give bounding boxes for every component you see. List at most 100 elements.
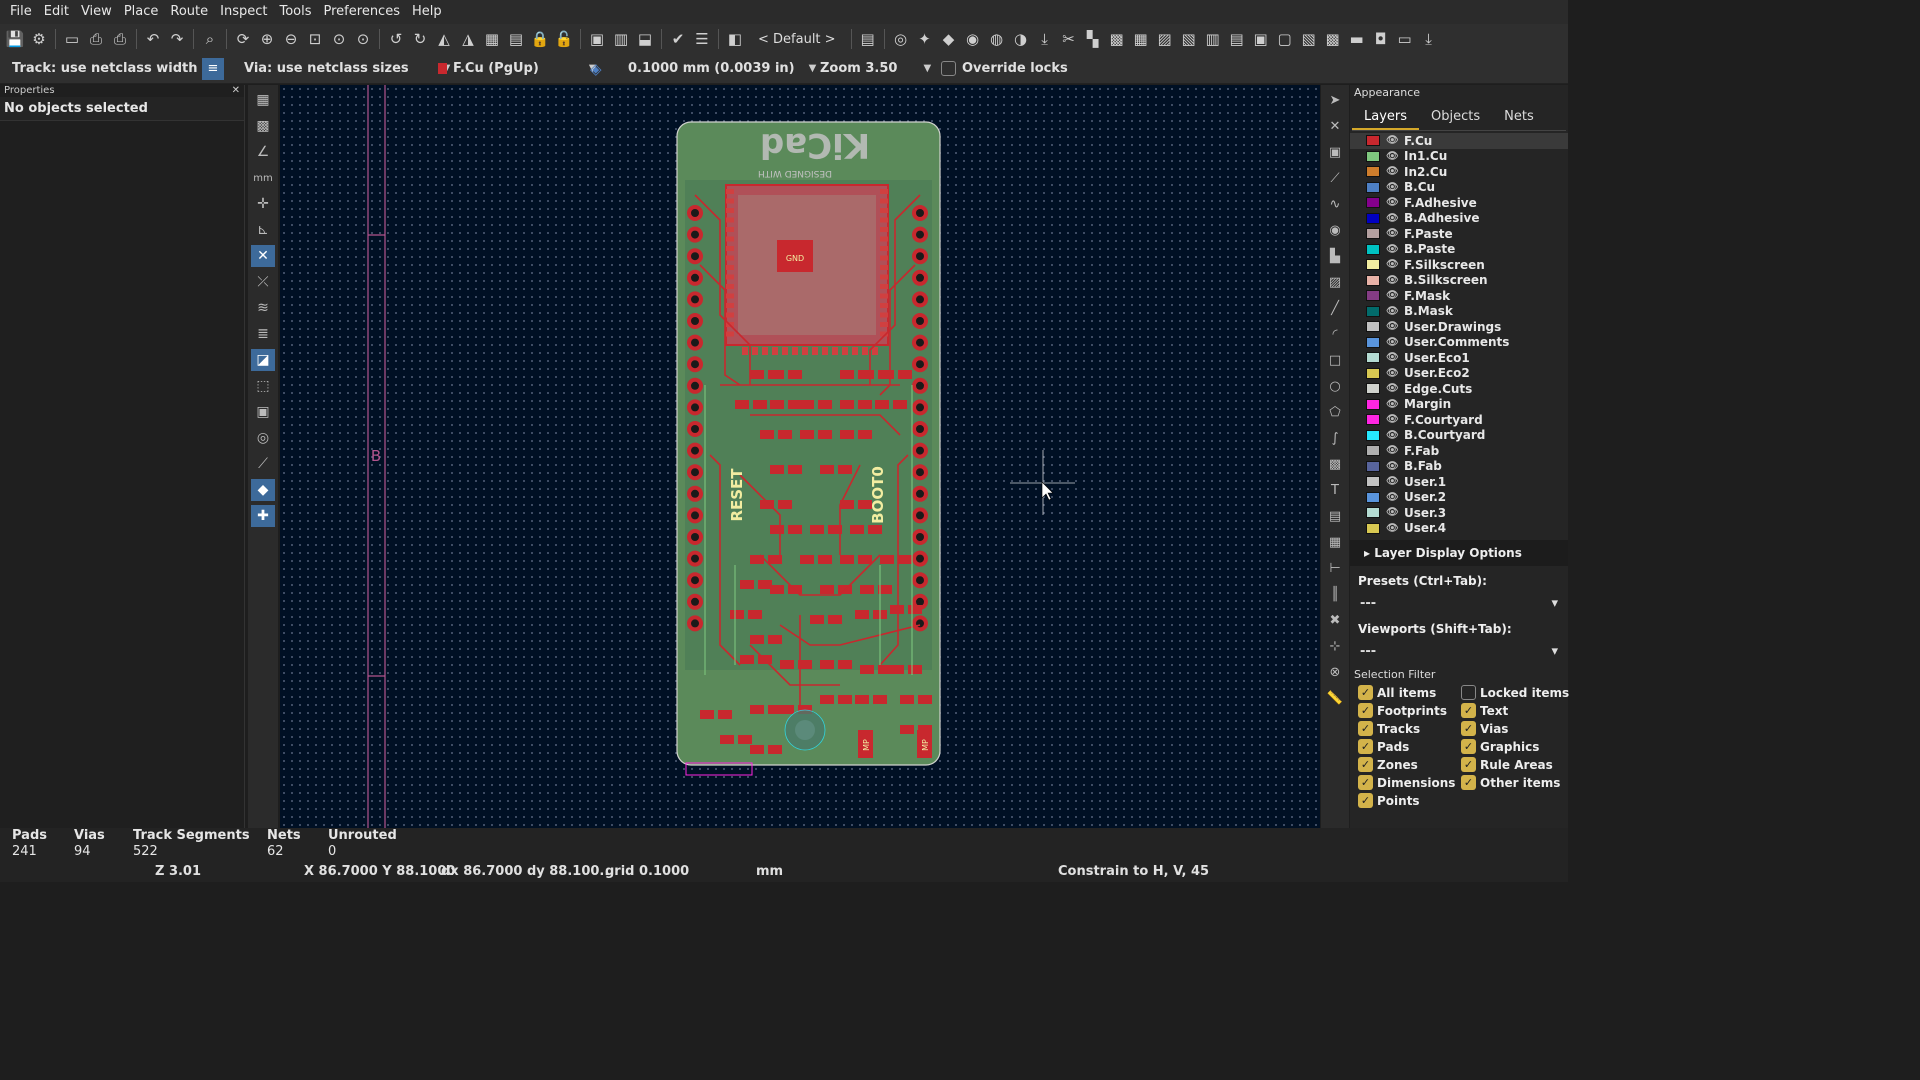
- track-width-selector[interactable]: Track: use netclass width▼: [12, 61, 211, 76]
- layer-row[interactable]: 👁 User.Comments: [1350, 335, 1568, 351]
- layer-color-swatch[interactable]: [1366, 181, 1380, 193]
- menu-view[interactable]: View: [75, 0, 118, 24]
- override-locks-checkbox[interactable]: Override locks: [941, 61, 1068, 76]
- layer-row[interactable]: 👁 User.Eco1: [1350, 350, 1568, 366]
- net-color-icon[interactable]: ≣: [251, 323, 275, 345]
- zoom-in-icon[interactable]: ⊕: [256, 28, 278, 50]
- eye-icon[interactable]: 👁: [1386, 135, 1399, 146]
- layer-color-swatch[interactable]: [1366, 150, 1380, 162]
- menu-place[interactable]: Place: [118, 0, 165, 24]
- layer-row[interactable]: 👁 User.4: [1350, 521, 1568, 537]
- footprint-editor-icon[interactable]: ▣: [586, 28, 608, 50]
- layer-color-swatch[interactable]: [1366, 460, 1380, 472]
- layer-row[interactable]: 👁 B.Fab: [1350, 459, 1568, 475]
- auto-width-icon[interactable]: ≡: [202, 57, 224, 80]
- plugin-icon[interactable]: ▧: [1178, 28, 1200, 50]
- plugin-icon[interactable]: ▦: [1130, 28, 1152, 50]
- layer-row[interactable]: 👁 User.1: [1350, 474, 1568, 490]
- layer-selector[interactable]: F.Cu (PgUp) ▼: [438, 61, 597, 76]
- filter-rule-areas[interactable]: ✓ Rule Areas: [1461, 757, 1571, 772]
- layer-display-options-toggle[interactable]: ▸ Layer Display Options: [1350, 540, 1568, 566]
- zoom-fit-icon[interactable]: ⊡: [304, 28, 326, 50]
- plugin-icon[interactable]: ▬: [1346, 28, 1368, 50]
- measure-icon[interactable]: 📏: [1324, 687, 1346, 709]
- show-board-ratsnest-icon[interactable]: ≋: [251, 297, 275, 319]
- filter-graphics[interactable]: ✓ Graphics: [1461, 739, 1571, 754]
- filter-locked-items[interactable]: Locked items: [1461, 685, 1571, 700]
- layer-color-swatch[interactable]: [1366, 445, 1380, 457]
- plugin-icon[interactable]: ✂: [1058, 28, 1080, 50]
- layer-color-swatch[interactable]: [1366, 398, 1380, 410]
- add-table-icon[interactable]: ▦: [1324, 531, 1346, 553]
- draw-line-icon[interactable]: ╱: [1324, 297, 1346, 319]
- zoom-selector[interactable]: Zoom 3.50 ▼: [820, 61, 931, 76]
- drc-icon[interactable]: ✔: [667, 28, 689, 50]
- eye-icon[interactable]: 👁: [1386, 151, 1399, 162]
- filter-vias[interactable]: ✓ Vias: [1461, 721, 1571, 736]
- grid-icon[interactable]: ▦: [251, 89, 275, 111]
- add-dimension-icon[interactable]: ⊢: [1324, 557, 1346, 579]
- layer-color-swatch[interactable]: [1366, 383, 1380, 395]
- eye-icon[interactable]: 👁: [1386, 213, 1399, 224]
- track-fill-icon[interactable]: ⟋: [251, 453, 275, 475]
- local-origin-icon[interactable]: ⊾: [251, 219, 275, 241]
- zoom-out-icon[interactable]: ⊖: [280, 28, 302, 50]
- tab-objects[interactable]: Objects: [1419, 103, 1492, 130]
- pcb-board[interactable]: GND KiCad DESIGNED WITH RESET BOOT0 MP M…: [676, 121, 941, 776]
- preset-selector[interactable]: < Default >: [748, 32, 846, 47]
- save-icon[interactable]: 💾: [4, 28, 26, 50]
- zone-fill-icon[interactable]: ◪: [251, 349, 275, 371]
- layer-row[interactable]: 👁 B.Courtyard: [1350, 428, 1568, 444]
- draw-bezier-icon[interactable]: ∫: [1324, 427, 1346, 449]
- refresh-icon[interactable]: ⟳: [232, 28, 254, 50]
- layer-manager-icon[interactable]: ◆: [251, 479, 275, 501]
- plugin-icon[interactable]: ◆: [938, 28, 960, 50]
- layer-row[interactable]: 👁 User.Drawings: [1350, 319, 1568, 335]
- layer-color-swatch[interactable]: [1366, 367, 1380, 379]
- layer-row[interactable]: 👁 In1.Cu: [1350, 149, 1568, 165]
- tab-nets[interactable]: Nets: [1492, 103, 1546, 130]
- layer-preset-icon[interactable]: ◧: [724, 28, 746, 50]
- filter-points[interactable]: ✓ Points: [1358, 793, 1461, 808]
- layer-row[interactable]: 👁 F.Silkscreen: [1350, 257, 1568, 273]
- layer-row[interactable]: 👁 User.Eco2: [1350, 366, 1568, 382]
- close-icon[interactable]: ✕: [232, 85, 240, 97]
- menu-file[interactable]: File: [4, 0, 38, 24]
- eye-icon[interactable]: 👁: [1386, 197, 1399, 208]
- eye-icon[interactable]: 👁: [1386, 523, 1399, 534]
- layer-row[interactable]: 👁 F.Mask: [1350, 288, 1568, 304]
- filter-other-items[interactable]: ✓ Other items: [1461, 775, 1571, 790]
- redo-icon[interactable]: ↷: [166, 28, 188, 50]
- plugin-icon[interactable]: ▧: [1298, 28, 1320, 50]
- draw-rectangle-icon[interactable]: □: [1324, 349, 1346, 371]
- plugin-icon[interactable]: ▩: [1322, 28, 1344, 50]
- eye-icon[interactable]: 👁: [1386, 399, 1399, 410]
- viewports-dropdown[interactable]: --- ▾: [1356, 640, 1562, 662]
- add-zone-icon[interactable]: ▙: [1324, 245, 1346, 267]
- eye-icon[interactable]: 👁: [1386, 368, 1399, 379]
- board-setup-icon[interactable]: ⚙: [28, 28, 50, 50]
- layer-color-swatch[interactable]: [1366, 274, 1380, 286]
- layer-color-swatch[interactable]: [1366, 522, 1380, 534]
- menu-help[interactable]: Help: [406, 0, 448, 24]
- layer-color-swatch[interactable]: [1366, 212, 1380, 224]
- plot-icon[interactable]: ⎙: [109, 28, 131, 50]
- pcb-canvas[interactable]: B GND KiCad DESIGNED WITH RESET BOOT0 MP…: [280, 85, 1320, 828]
- page-settings-icon[interactable]: ▭: [61, 28, 83, 50]
- layer-color-swatch[interactable]: [1366, 429, 1380, 441]
- menu-edit[interactable]: Edit: [38, 0, 75, 24]
- zoom-objects-icon[interactable]: ⊙: [328, 28, 350, 50]
- eye-icon[interactable]: 👁: [1386, 337, 1399, 348]
- rotate-cw-icon[interactable]: ↻: [409, 28, 431, 50]
- layer-color-swatch[interactable]: [1366, 228, 1380, 240]
- plugin-icon[interactable]: ◘: [1370, 28, 1392, 50]
- add-image-icon[interactable]: ▩: [1324, 453, 1346, 475]
- add-textbox-icon[interactable]: ▤: [1324, 505, 1346, 527]
- eye-icon[interactable]: 👁: [1386, 228, 1399, 239]
- draw-arc-icon[interactable]: ◜: [1324, 323, 1346, 345]
- via-fill-icon[interactable]: ◎: [251, 427, 275, 449]
- rule-area-icon[interactable]: ▨: [1324, 271, 1346, 293]
- viewer-3d-icon[interactable]: ◎: [890, 28, 912, 50]
- eye-icon[interactable]: 👁: [1386, 182, 1399, 193]
- menu-preferences[interactable]: Preferences: [318, 0, 406, 24]
